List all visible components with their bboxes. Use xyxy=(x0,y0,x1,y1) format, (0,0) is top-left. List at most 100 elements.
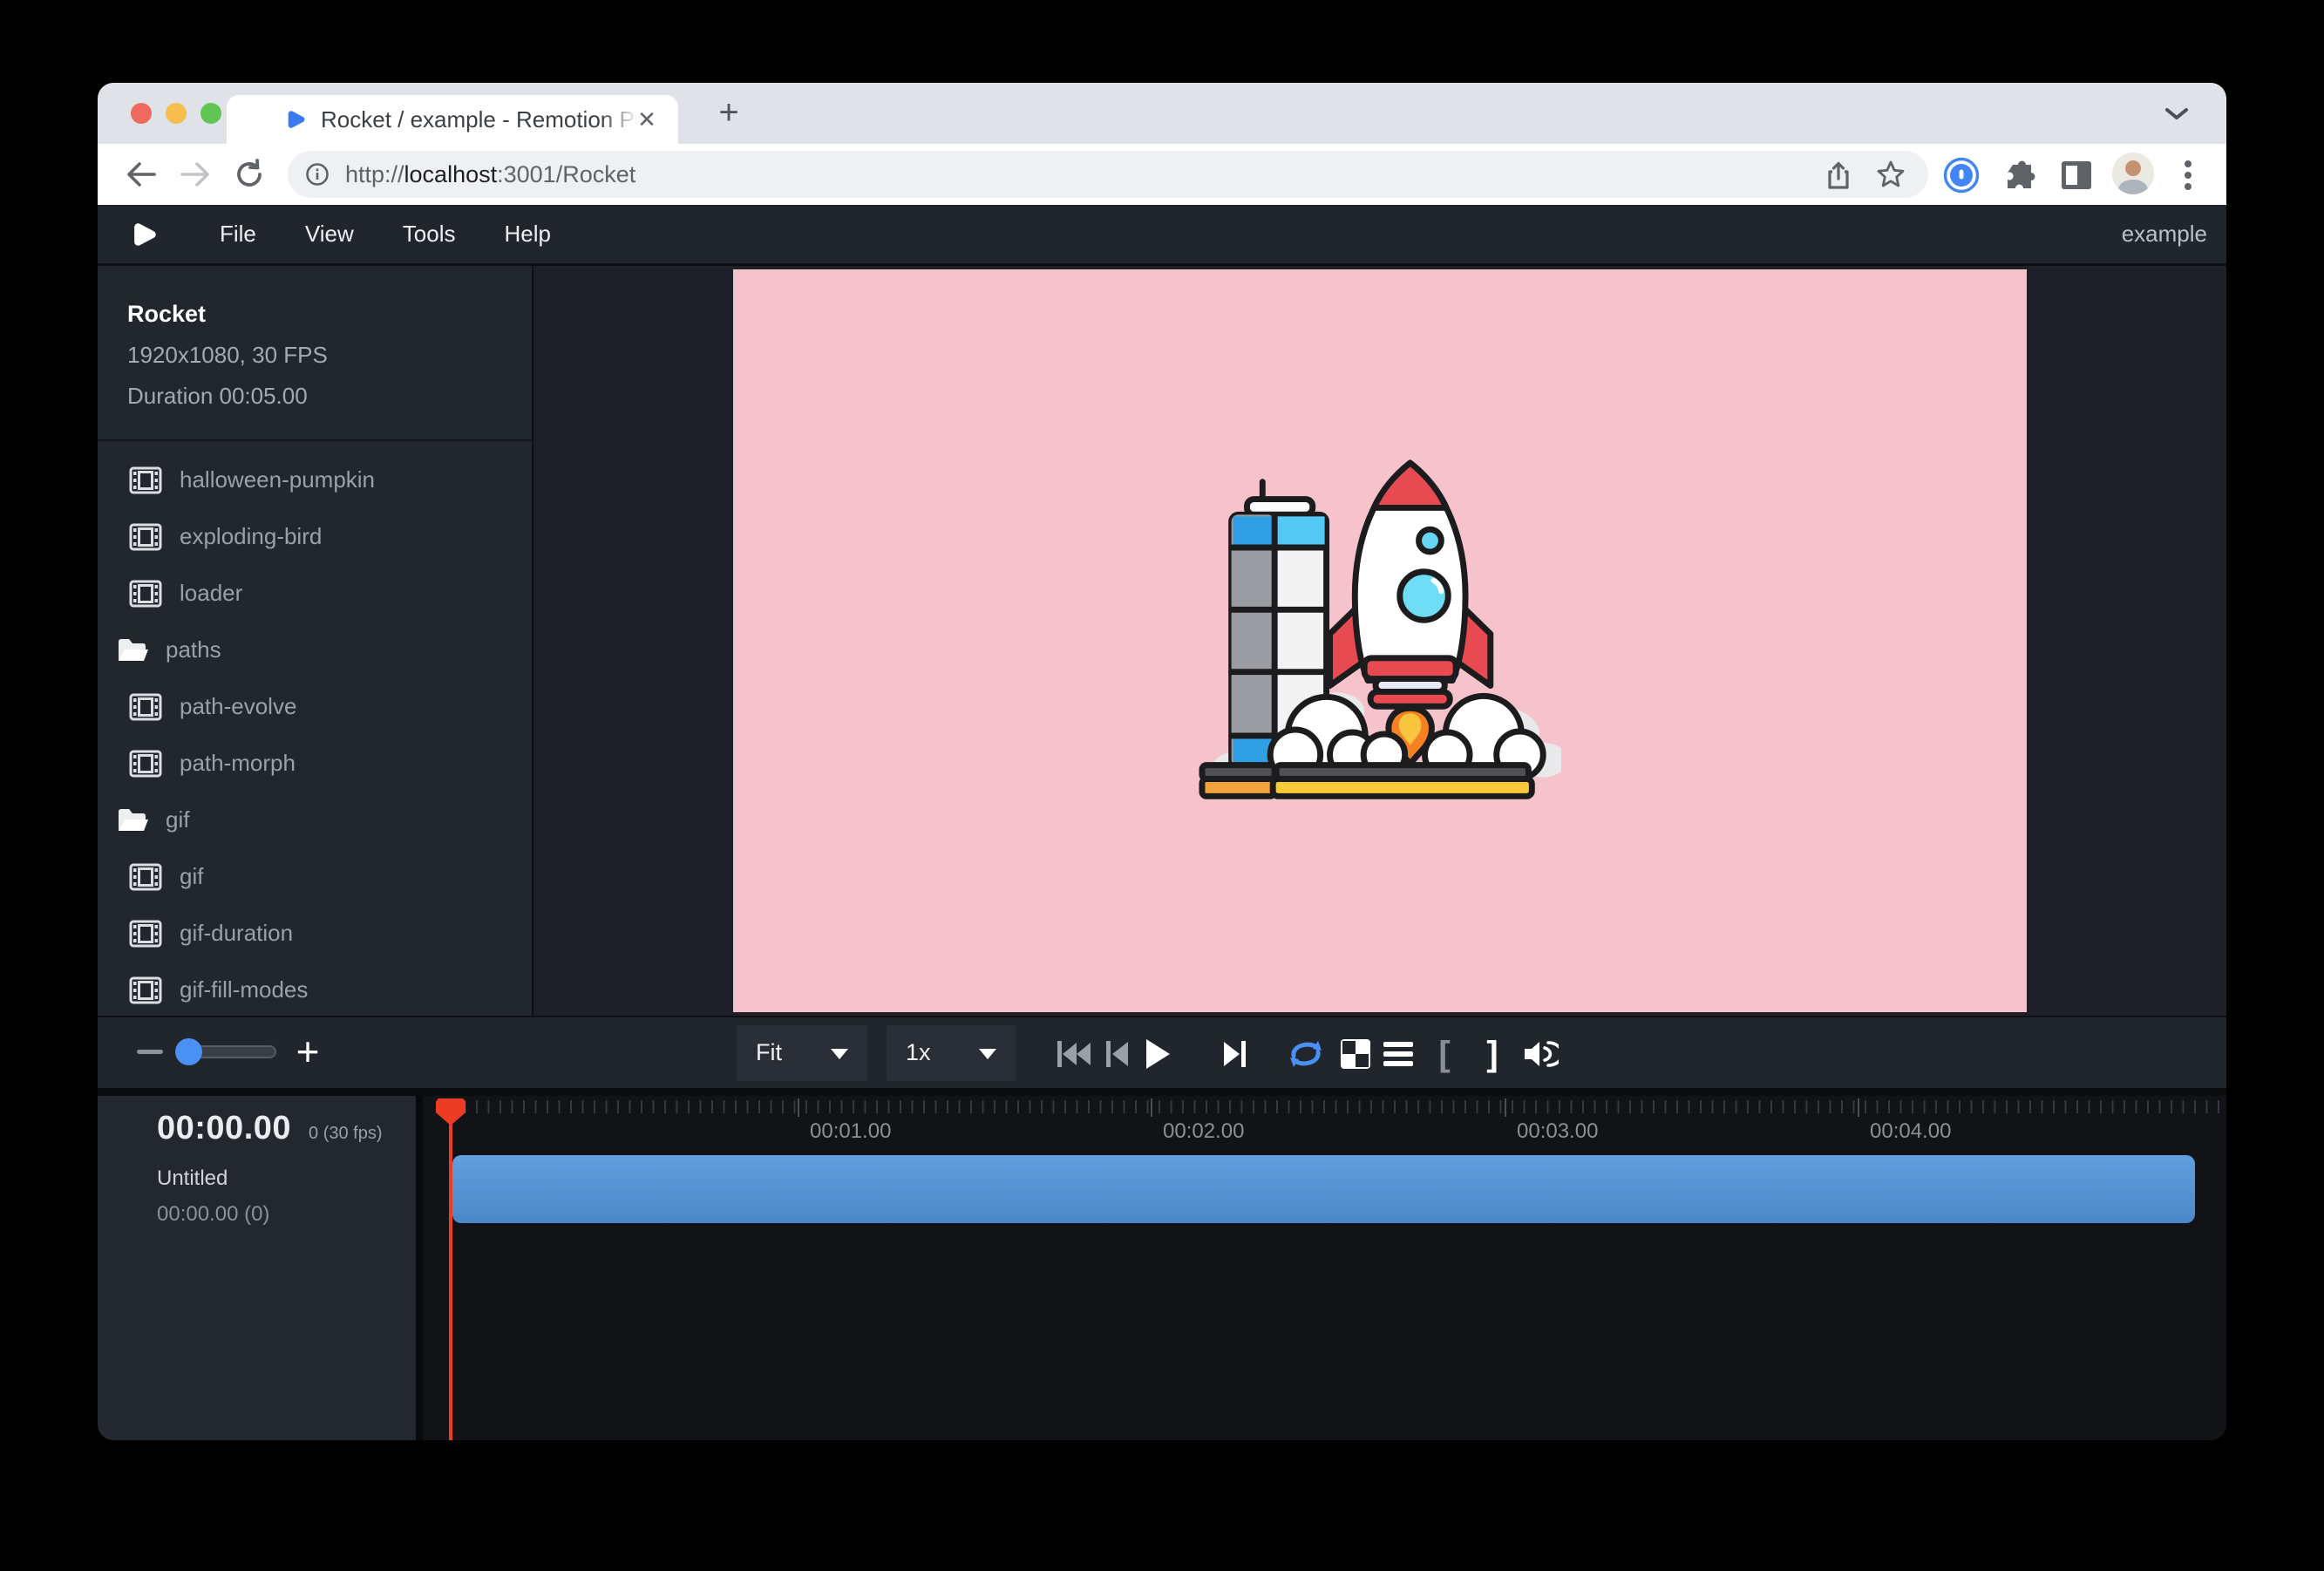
folder-open-icon xyxy=(117,637,150,663)
second-tick xyxy=(1858,1098,1859,1117)
composition-title: Rocket xyxy=(127,301,532,328)
remotion-favicon-icon xyxy=(284,108,307,131)
menu-help[interactable]: Help xyxy=(480,221,575,248)
transparency-checkerboard-icon[interactable] xyxy=(1336,1035,1375,1073)
film-icon xyxy=(129,976,162,1004)
bookmark-star-icon[interactable] xyxy=(1876,160,1906,194)
composition-info: Rocket 1920x1080, 30 FPS Duration 00:05.… xyxy=(98,266,532,410)
composition-label: exploding-bird xyxy=(180,523,322,550)
chevron-down-icon[interactable] xyxy=(2164,107,2190,126)
menu-file[interactable]: File xyxy=(195,221,281,248)
close-window-button[interactable] xyxy=(131,103,152,124)
jump-to-start-button[interactable] xyxy=(1055,1035,1093,1073)
tab-close-icon[interactable]: ✕ xyxy=(628,95,666,144)
sidebar-composition-item[interactable]: gif xyxy=(98,848,532,905)
playhead-handle[interactable] xyxy=(436,1098,465,1126)
sidebar-folder-item[interactable]: paths xyxy=(98,622,532,678)
sidebar-composition-item[interactable]: halloween-pumpkin xyxy=(98,452,532,508)
video-canvas xyxy=(733,269,2027,1012)
zoom-slider-thumb[interactable] xyxy=(175,1038,202,1065)
sidebar-composition-item[interactable]: gif-duration xyxy=(98,905,532,962)
timeline-track-area[interactable]: 00:01.00 00:02.00 00:03.00 00:04.00 xyxy=(423,1096,2226,1440)
composition-label: gif-fill-modes xyxy=(180,976,308,1003)
url-bar[interactable]: http://localhost:3001/Rocket xyxy=(288,151,1928,198)
app-menubar: File View Tools Help example xyxy=(98,205,2226,266)
sidebar-folder-item[interactable]: gif xyxy=(98,792,532,848)
composition-list: halloween-pumpkin exploding-bird loader … xyxy=(98,441,532,1016)
remotion-logo-icon[interactable] xyxy=(129,220,159,249)
sidebar-composition-item[interactable]: exploding-bird xyxy=(98,508,532,565)
menu-tools[interactable]: Tools xyxy=(378,221,480,248)
browser-window: Rocket / example - Remotion Pre ✕ + http… xyxy=(98,83,2226,1440)
tab-title: Rocket / example - Remotion Pre xyxy=(321,95,645,144)
set-out-point-icon[interactable]: ] xyxy=(1473,1035,1512,1073)
timeline-clip[interactable] xyxy=(452,1155,2195,1223)
composition-label: gif-duration xyxy=(180,920,293,947)
second-tick xyxy=(1505,1098,1506,1117)
share-icon[interactable] xyxy=(1825,160,1852,194)
composition-label: path-evolve xyxy=(180,693,296,720)
composition-label: paths xyxy=(166,636,221,663)
preview-area xyxy=(533,266,2226,1016)
forward-button[interactable] xyxy=(176,155,214,194)
url-text: http://localhost:3001/Rocket xyxy=(345,151,635,198)
film-icon xyxy=(129,920,162,948)
sidebar-composition-item[interactable]: gif-fill-modes xyxy=(98,962,532,1016)
caret-down-icon xyxy=(979,1049,996,1059)
second-tick xyxy=(798,1098,799,1117)
password-manager-icon[interactable] xyxy=(1942,156,1981,194)
volume-icon[interactable] xyxy=(1521,1035,1560,1073)
playhead-line[interactable] xyxy=(449,1098,452,1440)
browser-tab[interactable]: Rocket / example - Remotion Pre ✕ xyxy=(227,95,678,144)
playback-rate-dropdown[interactable]: 1x xyxy=(887,1025,1016,1081)
film-icon xyxy=(129,580,162,608)
size-dropdown-value: Fit xyxy=(756,1025,782,1079)
extensions-puzzle-icon[interactable] xyxy=(2000,156,2038,194)
zoom-in-plus-icon[interactable]: + xyxy=(289,1028,327,1077)
ruler-time-label: 00:03.00 xyxy=(1517,1119,1598,1144)
timeline-panel: 00:00.00 0 (30 fps) Untitled 00:00.00 (0… xyxy=(98,1096,2226,1440)
player-controls-bar: + Fit 1x [ ] xyxy=(98,1016,2226,1096)
back-button[interactable] xyxy=(122,155,160,194)
composition-label: loader xyxy=(180,580,242,607)
minimize-window-button[interactable] xyxy=(166,103,187,124)
timeline-splitter[interactable] xyxy=(416,1096,423,1440)
new-tab-button[interactable]: + xyxy=(708,92,750,134)
composition-label: path-morph xyxy=(180,750,296,777)
project-name-label: example xyxy=(2122,221,2207,248)
sidebar-composition-item[interactable]: loader xyxy=(98,565,532,622)
site-info-icon[interactable] xyxy=(305,162,330,191)
film-icon xyxy=(129,750,162,778)
film-icon xyxy=(129,863,162,891)
compositions-sidebar: Rocket 1920x1080, 30 FPS Duration 00:05.… xyxy=(98,266,533,1016)
set-in-point-icon[interactable]: [ xyxy=(1425,1035,1464,1073)
next-frame-button[interactable] xyxy=(1216,1035,1254,1073)
previous-frame-button[interactable] xyxy=(1098,1035,1137,1073)
side-panel-icon[interactable] xyxy=(2057,156,2096,194)
reload-button[interactable] xyxy=(230,155,268,194)
frame-ticks xyxy=(452,1100,2226,1113)
composition-label: gif xyxy=(180,863,203,890)
current-timecode: 00:00.00 xyxy=(157,1110,291,1147)
loop-toggle-icon[interactable] xyxy=(1287,1035,1325,1073)
sidebar-composition-item[interactable]: path-evolve xyxy=(98,678,532,735)
timeline-rows-icon[interactable] xyxy=(1379,1035,1417,1073)
size-dropdown[interactable]: Fit xyxy=(737,1025,867,1081)
menu-view[interactable]: View xyxy=(281,221,378,248)
play-button[interactable] xyxy=(1138,1035,1177,1073)
film-icon xyxy=(129,466,162,494)
composition-duration: Duration 00:05.00 xyxy=(127,383,532,410)
ruler-time-label: 00:01.00 xyxy=(810,1119,891,1144)
profile-avatar[interactable] xyxy=(2112,153,2154,194)
kebab-menu-icon[interactable] xyxy=(2169,156,2207,194)
film-icon xyxy=(129,523,162,551)
film-icon xyxy=(129,693,162,721)
zoom-window-button[interactable] xyxy=(200,103,221,124)
timeline-info-panel: 00:00.00 0 (30 fps) Untitled 00:00.00 (0… xyxy=(98,1096,416,1440)
tab-strip: Rocket / example - Remotion Pre ✕ + xyxy=(98,83,2226,144)
traffic-lights xyxy=(131,103,221,124)
sidebar-composition-item[interactable]: path-morph xyxy=(98,735,532,792)
browser-toolbar: http://localhost:3001/Rocket xyxy=(98,144,2226,205)
zoom-out-minus-icon[interactable] xyxy=(137,1050,163,1054)
track-name-label: Untitled xyxy=(157,1166,416,1191)
